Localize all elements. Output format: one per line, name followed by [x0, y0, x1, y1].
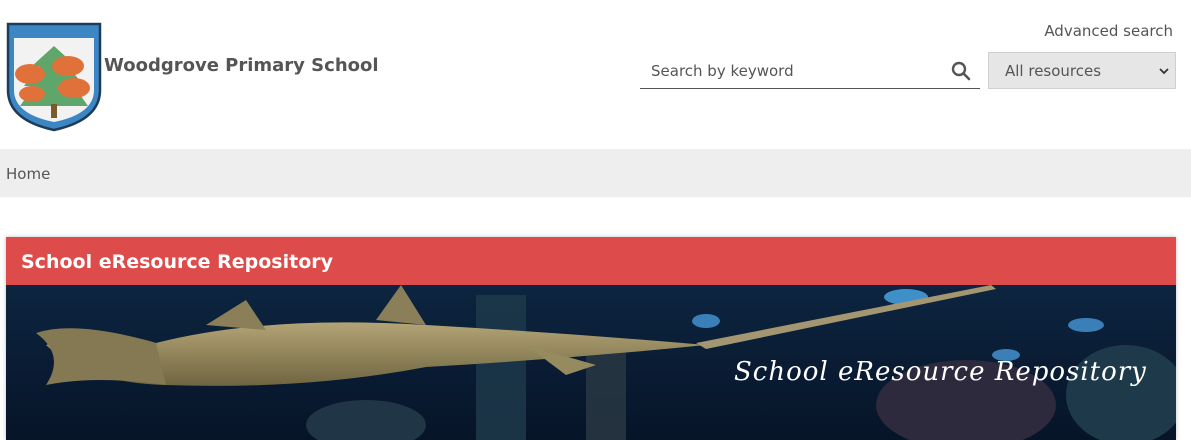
repository-card: School eResource Repository School eReso…: [6, 237, 1176, 440]
chevron-down-icon: [1159, 68, 1169, 75]
banner-image: School eResource Repository: [6, 285, 1176, 440]
resource-type-select[interactable]: All resources: [988, 52, 1176, 89]
card-header: School eResource Repository: [6, 237, 1176, 285]
search-icon[interactable]: [950, 60, 972, 82]
search-bar: [640, 54, 980, 89]
breadcrumb-home[interactable]: Home: [6, 165, 50, 183]
banner-caption: School eResource Repository: [734, 357, 1147, 387]
card-title: School eResource Repository: [21, 251, 334, 273]
school-logo[interactable]: [4, 20, 104, 132]
advanced-search-link[interactable]: Advanced search: [1044, 22, 1173, 40]
search-input[interactable]: [640, 54, 940, 87]
site-header: Woodgrove Primary School Advanced search…: [0, 0, 1191, 148]
resource-select-value: All resources: [1005, 62, 1102, 80]
breadcrumb: Home: [0, 149, 1191, 197]
school-name[interactable]: Woodgrove Primary School: [104, 55, 379, 76]
